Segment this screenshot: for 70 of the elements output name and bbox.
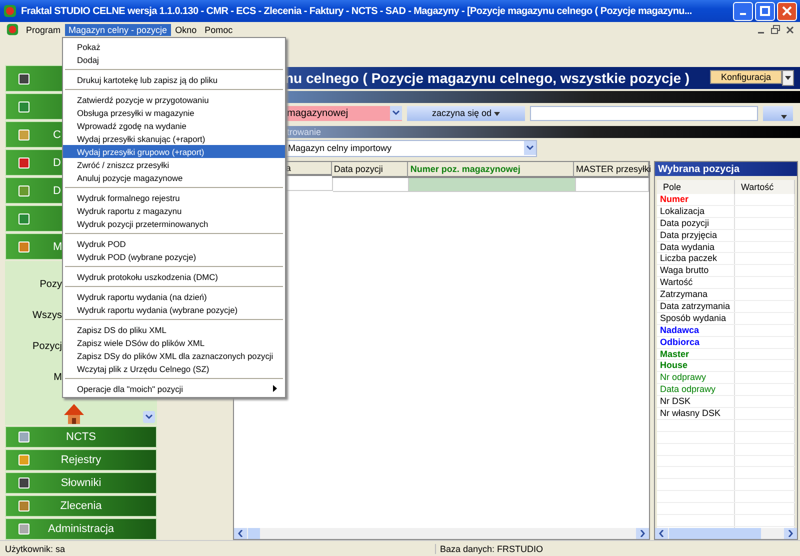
configuration-button[interactable]: Konfiguracja	[710, 70, 782, 84]
field-label: Master	[657, 348, 735, 360]
column-header[interactable]: Numer poz. magazynowej	[408, 162, 574, 178]
menu-item[interactable]: Zapisz DSy do plików XML dla zaznaczonych pozycji	[63, 349, 285, 362]
menu-item[interactable]: Wczytaj plik z Urzędu Celnego (SZ)	[63, 362, 285, 375]
menu-item[interactable]: Operacje dla "moich" pozycji	[63, 382, 285, 395]
status-text: Użytkownik: sa	[4, 544, 66, 554]
menu-item[interactable]: Zapisz DS do pliku XML	[63, 323, 285, 336]
menu-item[interactable]: Zwróć / zniszcz przesyłki	[63, 158, 285, 171]
field-label: Wartość	[657, 277, 735, 288]
warehouse-select[interactable]: Magazyn celny importowy	[285, 140, 537, 156]
menu-item[interactable]: Dodaj	[63, 53, 285, 66]
panel-label: M	[52, 372, 62, 385]
field-label: Data zatrzymania	[657, 301, 735, 312]
menu-item[interactable]: Wydruk protokołu uszkodzenia (DMC)	[63, 270, 285, 283]
menu-item[interactable]: Wydruk formalnego rejestru	[63, 191, 285, 204]
menu-item[interactable]: Magazyn celny - pozycje	[64, 24, 172, 36]
menu-item[interactable]: Wydruk pozycji przeterminowanych	[63, 217, 285, 230]
field-label: Nr odprawy	[657, 372, 735, 384]
sidebar-button[interactable]: Rejestry	[5, 449, 157, 471]
field-select[interactable]: magazynowej	[285, 106, 402, 120]
menu-item[interactable]: Zapisz wiele DSów do plików XML	[63, 336, 285, 349]
status-text: Baza danych: FRSTUDIO	[435, 544, 544, 554]
column-header[interactable]: Pole	[657, 180, 735, 194]
sidebar-button[interactable]: NCTS	[5, 426, 157, 448]
condition-dropdown[interactable]: zaczyna się od	[407, 106, 525, 120]
field-label: House	[657, 360, 735, 372]
menu-item[interactable]: Zatwierdź pozycje w przygotowaniu	[63, 93, 285, 106]
menu-item[interactable]: Wprowadź zgodę na wydanie	[63, 119, 285, 132]
panel-label: Pozycj	[32, 341, 62, 354]
page-title: nu celnego ( Pozycje magazynu celnego, wszystkie pozycje )	[285, 70, 691, 86]
sidebar-button[interactable]: Słowniki	[5, 472, 157, 494]
field-label: Waga brutto	[657, 265, 735, 276]
field-label: Data pozycji	[657, 218, 735, 229]
field-label: Nr własny DSK	[657, 408, 735, 419]
column-header[interactable]: MASTER przesyłki	[574, 162, 649, 178]
field-label: Odbiorca	[657, 336, 735, 348]
field-label: Nr DSK	[657, 396, 735, 408]
field-label: Data odprawy	[657, 384, 735, 396]
field-label: Nadawca	[657, 324, 735, 336]
group-label: trowanie	[286, 127, 322, 137]
field-label: Liczba paczek	[657, 253, 735, 264]
sidebar-button[interactable]: Administracja	[5, 518, 157, 540]
menu-item[interactable]: Obsługa przesyłki w magazynie	[63, 106, 285, 119]
field-label: Numer	[657, 194, 735, 205]
panel-title: Wybrana pozycja	[655, 162, 797, 176]
menu-item[interactable]: Wydaj przesyłki grupowo (+raport)	[63, 145, 285, 158]
menu-item[interactable]: Wydruk raportu z magazynu	[63, 204, 285, 217]
panel-label: Wszys	[32, 310, 62, 323]
column-header[interactable]: Wartość	[735, 180, 795, 194]
field-label: Sposób wydania	[657, 312, 735, 324]
menu-item[interactable]: Wydruk POD	[63, 237, 285, 250]
menu-item[interactable]: Wydruk POD (wybrane pozycje)	[63, 250, 285, 263]
menu-item[interactable]: Wydruk raportu wydania (wybrane pozycje)	[63, 303, 285, 316]
sidebar-button[interactable]: Zlecenia	[5, 495, 157, 517]
menu-item[interactable]: Program	[22, 24, 65, 36]
menu-item[interactable]: Okno	[171, 24, 201, 36]
field-label: Data przyjęcia	[657, 230, 735, 241]
menu-item[interactable]: Wydaj przesyłki skanując (+raport)	[63, 132, 285, 145]
menu-item[interactable]: Pokaż	[63, 40, 285, 53]
field-label: Zatrzymana	[657, 289, 735, 300]
menu-item[interactable]: Wydruk raportu wydania (na dzień)	[63, 290, 285, 303]
field-label: Data wydania	[657, 242, 735, 252]
field-label: Lokalizacja	[657, 206, 735, 217]
column-header[interactable]: Data pozycji	[332, 162, 408, 178]
panel-label: Pozy	[38, 279, 62, 292]
menu-item[interactable]: Drukuj kartotekę lub zapisz ją do pliku	[63, 73, 285, 86]
menu-item[interactable]: Anuluj pozycje magazynowe	[63, 171, 285, 184]
menu-item[interactable]: Pomoc	[200, 24, 237, 36]
window-title: Fraktal STUDIO CELNE wersja 1.1.0.130 - CMR - ECS - Zlecenia - Faktury - NCTS - SAD - Magazyny - [Pozycje magazynu celnego ( Pozycje magazynu...	[21, 6, 693, 16]
